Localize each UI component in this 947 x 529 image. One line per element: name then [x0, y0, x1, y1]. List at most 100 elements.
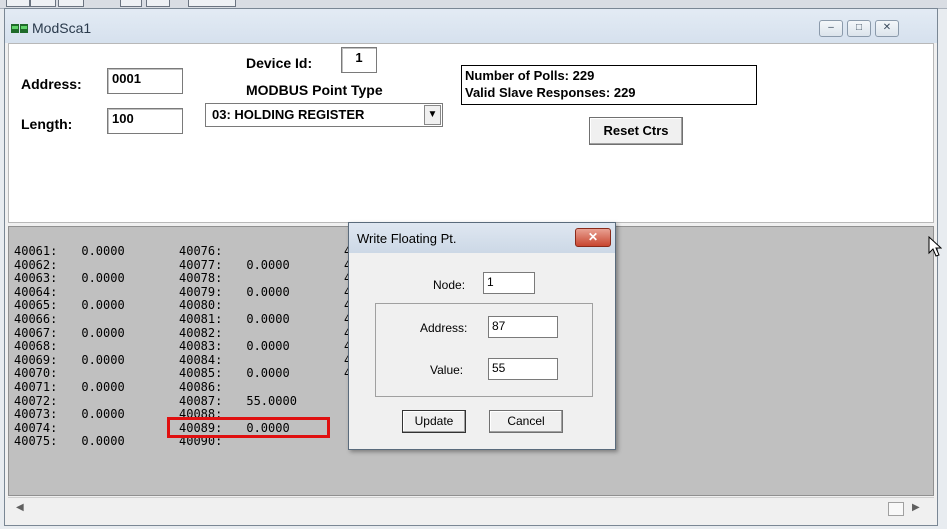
close-button[interactable]: ✕: [875, 20, 899, 37]
register-row: 40064:: [14, 284, 125, 300]
register-value: 0.0000: [81, 352, 125, 367]
toolbar-button[interactable]: [120, 0, 142, 7]
register-address: 40074:: [14, 420, 58, 435]
device-id-input[interactable]: 1: [341, 47, 377, 73]
dialog-address-input[interactable]: 87: [488, 316, 558, 338]
register-address: 40076:: [179, 244, 223, 258]
close-icon: ✕: [587, 230, 599, 244]
register-address: 40073:: [14, 407, 58, 422]
register-row: 40083: 0.0000: [179, 339, 297, 354]
scroll-right-icon[interactable]: ▶: [912, 502, 920, 513]
register-value: 0.0000: [246, 257, 290, 272]
minimize-icon: –: [828, 22, 834, 33]
register-address: 40068:: [14, 339, 58, 354]
register-row: 40068:: [14, 339, 125, 354]
dialog-value-input[interactable]: 55: [488, 358, 558, 380]
register-address: 40066:: [14, 311, 58, 326]
cancel-button[interactable]: Cancel: [489, 410, 563, 433]
point-type-select[interactable]: 03: HOLDING REGISTER ▼: [205, 103, 443, 127]
toolbar-button[interactable]: [188, 0, 236, 7]
register-address: 40080:: [179, 298, 223, 313]
register-address: 40085:: [179, 366, 223, 381]
register-address: 40086:: [179, 379, 223, 394]
register-value: 0.0000: [81, 298, 125, 313]
register-column-1: 40061: 0.0000 40062: 40063: 0.0000 40064: 4006…: [14, 244, 125, 449]
register-row: 40070:: [14, 367, 125, 381]
register-address: 40070:: [14, 366, 58, 381]
register-row: 40067: 0.0000: [14, 326, 125, 341]
register-value: 0.0000: [81, 434, 125, 449]
config-panel: Address: 0001 Length: 100 Device Id: 1 M…: [8, 43, 934, 223]
scroll-left-icon[interactable]: ◀: [16, 502, 24, 513]
app-icon: [11, 24, 28, 33]
register-row: 40081: 0.0000: [179, 311, 297, 327]
register-address: 40064:: [14, 284, 58, 299]
register-row: 40084:: [179, 352, 297, 368]
update-button[interactable]: Update: [402, 410, 466, 433]
register-address: 40078:: [179, 271, 223, 286]
register-address: 40079:: [179, 284, 223, 299]
register-address: 40084:: [179, 352, 223, 367]
register-row: 40061: 0.0000: [14, 244, 125, 259]
register-row: 40075: 0.0000: [14, 435, 125, 449]
length-input[interactable]: 100: [107, 108, 183, 134]
register-row: 40066:: [14, 311, 125, 327]
register-address: 40077:: [179, 257, 223, 272]
toolbar-button[interactable]: [30, 0, 56, 7]
register-address: 40069:: [14, 352, 58, 367]
register-value: 0.0000: [81, 379, 125, 394]
toolbar-button[interactable]: [58, 0, 84, 7]
scroll-thumb[interactable]: [888, 502, 904, 516]
address-label: Address:: [21, 76, 82, 92]
register-address: 40061:: [14, 244, 58, 258]
register-row: 40086:: [179, 379, 297, 395]
register-value: 0.0000: [246, 284, 290, 299]
register-address: 40071:: [14, 379, 58, 394]
register-value: 0.0000: [246, 366, 290, 381]
dialog-address-label: Address:: [420, 321, 468, 335]
register-value: 55.0000: [246, 393, 297, 408]
dialog-close-button[interactable]: ✕: [575, 228, 611, 247]
register-address: 40063:: [14, 271, 58, 286]
register-address: 40083:: [179, 339, 223, 354]
dialog-value-label: Value:: [430, 363, 464, 377]
address-input[interactable]: 0001: [107, 68, 183, 94]
restore-icon: □: [855, 22, 863, 33]
horizontal-scrollbar[interactable]: ◀ ▶: [8, 497, 934, 522]
register-row: 40069: 0.0000: [14, 352, 125, 368]
minimize-button[interactable]: –: [819, 20, 843, 37]
toolbar-button[interactable]: [146, 0, 170, 7]
register-value: 0.0000: [246, 339, 290, 354]
reset-counters-button[interactable]: Reset Ctrs: [589, 117, 683, 145]
register-address: 40087:: [179, 393, 223, 408]
register-row: 40080:: [179, 299, 297, 313]
mouse-pointer-icon: [928, 236, 942, 257]
register-address: 40065:: [14, 298, 58, 313]
register-address: 40075:: [14, 434, 58, 449]
chevron-down-icon[interactable]: ▼: [424, 105, 441, 125]
restore-button[interactable]: □: [847, 20, 871, 37]
register-row: 40077: 0.0000: [179, 257, 297, 273]
window-title: ModSca1: [32, 20, 92, 36]
register-row: 40062:: [14, 258, 125, 273]
register-value: 0.0000: [246, 311, 290, 326]
register-address: 40072:: [14, 393, 58, 408]
register-address: 40082:: [179, 325, 223, 340]
address-value-group: Address: 87 Value: 55: [375, 303, 593, 397]
valid-responses-count: Valid Slave Responses: 229: [465, 85, 636, 100]
register-row: 40071: 0.0000: [14, 379, 125, 395]
register-value: 0.0000: [81, 244, 125, 258]
register-value: 0.0000: [81, 271, 125, 286]
point-type-value: 03: HOLDING REGISTER: [212, 107, 365, 122]
register-value: 0.0000: [81, 407, 125, 422]
register-row: 40074:: [14, 420, 125, 436]
poll-stats-box: Number of Polls: 229 Valid Slave Respons…: [461, 65, 757, 105]
title-bar: ModSca1 – □ ✕: [5, 9, 937, 43]
register-row: 40073: 0.0000: [14, 407, 125, 422]
toolbar-button[interactable]: [6, 0, 30, 7]
register-row: 40063: 0.0000: [14, 271, 125, 286]
register-row: 40087: 55.0000: [179, 393, 297, 409]
node-input[interactable]: 1: [483, 272, 535, 294]
device-id-label: Device Id:: [246, 55, 313, 71]
register-row: 40085: 0.0000: [179, 367, 297, 381]
